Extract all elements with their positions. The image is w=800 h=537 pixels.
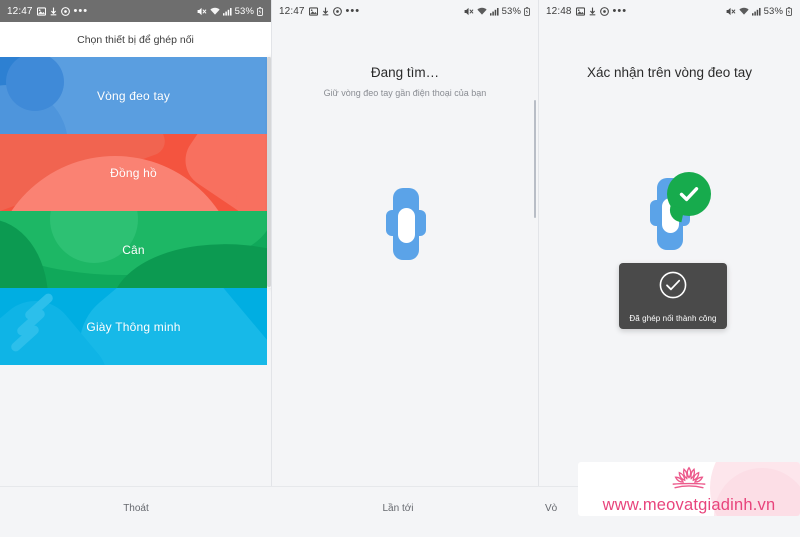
status-bar-left-group: 12:47 ••• (0, 6, 88, 17)
exit-button[interactable]: Thoát (96, 503, 176, 514)
more-dots-icon: ••• (612, 5, 628, 17)
panel-confirm-pairing: 12:48 ••• 53% Xác nhận trên vòng đeo tay… (539, 0, 800, 537)
image-icon (575, 6, 585, 16)
card-decoration (0, 85, 68, 134)
card-decoration (0, 219, 48, 288)
card-decoration (6, 57, 64, 111)
signal-icon (751, 7, 761, 16)
status-bar-right-group: 53% (197, 6, 271, 17)
status-bar-clock: 12:47 (279, 5, 305, 17)
card-decoration (9, 323, 41, 354)
searching-title: Đang tìm… (370, 65, 440, 80)
battery-percent-label: 53% (234, 5, 254, 17)
page-title: Chọn thiết bị để ghép nối (0, 22, 271, 58)
battery-percent-label: 53% (763, 5, 783, 17)
card-decoration (23, 291, 55, 322)
card-decoration (236, 178, 267, 211)
device-card-label: Cân (122, 242, 145, 257)
status-bar-panel2: 12:47 ••• 53% (272, 0, 538, 22)
panel-scroll-indicator[interactable] (534, 100, 536, 218)
signal-icon (222, 7, 232, 16)
wifi-icon (739, 7, 749, 16)
toast-message: Đã ghép nối thành công (629, 313, 717, 323)
mute-icon (464, 7, 474, 16)
status-bar-clock: 12:48 (546, 5, 572, 17)
more-dots-icon: ••• (345, 5, 361, 17)
battery-charging-icon (257, 6, 263, 16)
more-dots-icon: ••• (73, 5, 89, 17)
status-bar-left-group: 12:48 ••• (539, 6, 627, 17)
confirm-title: Xác nhận trên vòng đeo tay (586, 65, 753, 80)
status-bar-panel1: 12:47 ••• 53% (0, 0, 271, 22)
device-card-band[interactable]: Vòng đeo tay (0, 57, 267, 134)
device-card-label: Vòng đeo tay (96, 88, 171, 103)
wifi-icon (477, 7, 487, 16)
lotus-flower-icon (666, 465, 712, 496)
status-bar-clock: 12:47 (7, 5, 33, 17)
card-decoration (15, 307, 47, 338)
device-card-label: Đồng hồ (110, 165, 157, 180)
status-bar-right-group: 53% (464, 6, 538, 17)
device-card-smart-shoes[interactable]: Giày Thông minh (0, 288, 267, 365)
battery-charging-icon (524, 6, 530, 16)
gear-icon (332, 6, 342, 16)
download-icon (322, 7, 329, 16)
card-decoration (0, 156, 240, 211)
battery-charging-icon (786, 6, 792, 16)
gear-icon (599, 6, 609, 16)
status-bar-left-group: 12:47 ••• (272, 6, 360, 17)
check-circle-icon (658, 270, 688, 305)
next-time-button[interactable]: Lần tới (358, 503, 438, 514)
image-icon (36, 6, 46, 16)
check-bubble-icon (667, 172, 711, 216)
card-decoration (174, 134, 267, 211)
download-icon (50, 7, 57, 16)
status-bar-panel3: 12:48 ••• 53% (539, 0, 800, 22)
device-card-scale[interactable]: Cân (0, 211, 267, 288)
wifi-icon (210, 7, 220, 16)
signal-icon (489, 7, 499, 16)
panel-device-selection: 12:47 ••• 53% Chọn thiết bị để ghép nối … (0, 0, 271, 537)
status-bar-right-group: 53% (726, 6, 800, 17)
image-icon (308, 6, 318, 16)
download-icon (589, 7, 596, 16)
panel-searching: 12:47 ••• 53% Đang tìm… Giữ vòng đeo tay… (272, 0, 538, 537)
band-screen (398, 208, 415, 243)
searching-subtitle: Giữ vòng đeo tay gần điện thoại của bạn (323, 88, 487, 98)
watermark-text: www.meovatgiadinh.vn (602, 496, 776, 514)
pairing-success-toast: Đã ghép nối thành công (619, 263, 727, 329)
watermark: www.meovatgiadinh.vn (578, 462, 800, 516)
mute-icon (197, 7, 207, 16)
battery-percent-label: 53% (501, 5, 521, 17)
card-decoration (102, 231, 267, 288)
device-card-label: Giày Thông minh (86, 319, 181, 334)
gear-icon (60, 6, 70, 16)
device-card-watch[interactable]: Đồng hồ (0, 134, 267, 211)
mute-icon (726, 7, 736, 16)
device-card-list: Vòng đeo tay Đồng hồ Cân Giày Thông minh (0, 57, 267, 365)
screenshot-stage: 12:47 ••• 53% Chọn thiết bị để ghép nối … (0, 0, 800, 537)
